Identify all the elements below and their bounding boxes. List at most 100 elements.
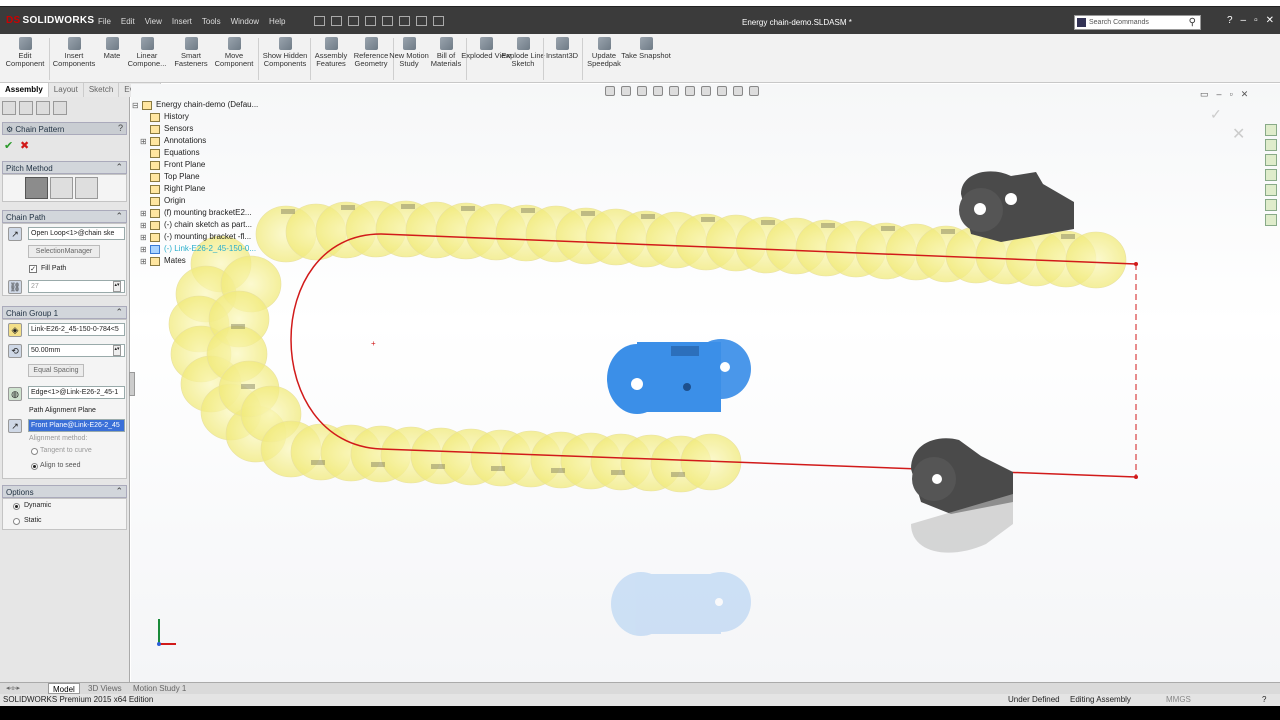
tree-item-link[interactable]: ⊞ (-) Link-E26-2_45-150-0...	[140, 243, 258, 255]
collapse-chevron-icon[interactable]: ⌃	[115, 211, 123, 222]
edit-appearance-icon[interactable]	[717, 86, 727, 96]
property-manager-tab-icon[interactable]	[19, 101, 33, 115]
tab-assembly[interactable]: Assembly	[0, 83, 49, 97]
tab-layout[interactable]: Layout	[48, 83, 84, 97]
file-explorer-icon[interactable]	[1265, 169, 1277, 181]
expand-icon[interactable]: ⊞	[140, 220, 147, 232]
close-icon[interactable]: ✕	[1266, 15, 1274, 26]
menu-window[interactable]: Window	[231, 17, 259, 26]
home-icon[interactable]	[1265, 124, 1277, 136]
expand-icon[interactable]: ⊞	[140, 244, 147, 256]
tree-item-sensors[interactable]: Sensors	[148, 123, 258, 135]
new-icon[interactable]	[314, 16, 325, 26]
units-status[interactable]: MMGS	[1166, 695, 1191, 704]
fill-path-checkbox[interactable]: ✓	[29, 265, 37, 273]
tree-item-mounting-bracket-fl[interactable]: ⊞ (-) mounting bracket -fl...	[140, 231, 258, 243]
instance-count-field[interactable]: 27	[28, 280, 125, 293]
menu-edit[interactable]: Edit	[121, 17, 135, 26]
mounting-bracket-upper[interactable]	[959, 171, 1074, 242]
expand-icon[interactable]: ⊞	[140, 256, 147, 268]
selected-chain-link[interactable]	[607, 339, 751, 414]
tree-item-origin[interactable]: Origin	[148, 195, 258, 207]
menu-help[interactable]: Help	[269, 17, 285, 26]
move-component-button[interactable]: Move Component	[209, 36, 259, 68]
chain-link-field[interactable]: Link-E26-2_45-150-0-784<5	[28, 323, 125, 336]
edit-component-button[interactable]: Edit Component	[0, 36, 50, 68]
expand-icon[interactable]: ⊟	[132, 100, 139, 112]
cancel-x-icon[interactable]: ✖	[20, 139, 29, 152]
feature-manager-tab-icon[interactable]	[2, 101, 16, 115]
tree-item-annotations[interactable]: ⊞ Annotations	[140, 135, 258, 147]
distance-field[interactable]: 50.00mm	[28, 344, 125, 357]
tree-item-history[interactable]: History	[148, 111, 258, 123]
mounting-bracket-lower[interactable]	[911, 438, 1013, 553]
show-hidden-components-button[interactable]: Show Hidden Components	[260, 36, 310, 68]
confirm-corner-check-icon[interactable]: ✓	[1210, 106, 1222, 123]
edge-field[interactable]: Edge<1>@Link-E26-2_45-1	[28, 386, 125, 399]
display-style-icon[interactable]	[685, 86, 695, 96]
search-input[interactable]: Search Commands ⚲	[1074, 15, 1201, 30]
confirm-corner-close-icon[interactable]: ✕	[1232, 124, 1245, 144]
search-icon[interactable]: ⚲	[1189, 17, 1196, 28]
menu-view[interactable]: View	[145, 17, 162, 26]
menu-insert[interactable]: Insert	[172, 17, 192, 26]
dimxpert-tab-icon[interactable]	[53, 101, 67, 115]
selection-manager-button[interactable]: SelectionManager	[28, 245, 100, 258]
tab-model[interactable]: Model	[48, 683, 80, 694]
design-library-icon[interactable]	[1265, 154, 1277, 166]
tab-motion-study[interactable]: Motion Study 1	[129, 683, 190, 694]
viewport-minimize-icon[interactable]: –	[1217, 89, 1222, 100]
tree-item-front-plane[interactable]: Front Plane	[148, 159, 258, 171]
align-seed-radio[interactable]	[31, 463, 38, 470]
open-icon[interactable]	[331, 16, 342, 26]
zoom-to-area-icon[interactable]	[621, 86, 631, 96]
viewport-restore-icon[interactable]: ▫	[1230, 89, 1233, 100]
tab-sketch[interactable]: Sketch	[83, 83, 120, 97]
static-radio[interactable]	[13, 518, 20, 525]
collapse-chevron-icon[interactable]: ⌃	[115, 307, 123, 318]
previous-view-icon[interactable]	[637, 86, 647, 96]
help-icon[interactable]: ?	[1227, 15, 1233, 26]
zoom-to-fit-icon[interactable]	[605, 86, 615, 96]
tab-3d-views[interactable]: 3D Views	[84, 683, 126, 694]
help-icon[interactable]: ?	[1262, 695, 1266, 704]
view-settings-icon[interactable]	[749, 86, 759, 96]
undo-icon[interactable]	[382, 16, 393, 26]
chain-path-header[interactable]: Chain Path ⌃	[2, 210, 127, 223]
tangent-radio[interactable]	[31, 448, 38, 455]
menu-tools[interactable]: Tools	[202, 17, 221, 26]
tree-item-right-plane[interactable]: Right Plane	[148, 183, 258, 195]
save-icon[interactable]	[348, 16, 359, 26]
viewport-tile-icon[interactable]: ▭	[1200, 89, 1209, 100]
tree-item-chain-sketch[interactable]: ⊞ (-) chain sketch as part...	[140, 219, 258, 231]
pitch-linkage-2-icon[interactable]	[75, 177, 98, 199]
tree-item-mounting-bracket[interactable]: ⊞ (f) mounting bracketE2...	[140, 207, 258, 219]
pitch-method-header[interactable]: Pitch Method ⌃	[2, 161, 127, 174]
pitch-distance-icon[interactable]	[25, 177, 48, 199]
appearances-icon[interactable]	[1265, 199, 1277, 211]
configuration-manager-tab-icon[interactable]	[36, 101, 50, 115]
linear-component-pattern-button[interactable]: Linear Compone...	[122, 36, 172, 68]
hide-show-items-icon[interactable]	[701, 86, 711, 96]
view-palette-icon[interactable]	[1265, 184, 1277, 196]
expand-icon[interactable]: ⊞	[140, 208, 147, 220]
panel-collapse-handle[interactable]	[129, 372, 135, 396]
take-snapshot-button[interactable]: Take Snapshot	[621, 36, 671, 60]
chain-path-field[interactable]: Open Loop<1>@chain ske	[28, 227, 125, 240]
equal-spacing-button[interactable]: Equal Spacing	[28, 364, 84, 377]
help-icon[interactable]: ?	[118, 123, 123, 133]
collapse-chevron-icon[interactable]: ⌃	[115, 162, 123, 173]
tree-item-top-plane[interactable]: Top Plane	[148, 171, 258, 183]
chain-group-header[interactable]: Chain Group 1 ⌃	[2, 306, 127, 319]
section-view-icon[interactable]	[653, 86, 663, 96]
pitch-linkage-icon[interactable]	[50, 177, 73, 199]
resources-icon[interactable]	[1265, 139, 1277, 151]
tab-scroll-icons[interactable]: ◂◃▹▸	[2, 683, 24, 694]
dynamic-radio[interactable]	[13, 503, 20, 510]
restore-icon[interactable]: ▫	[1254, 15, 1258, 26]
alignment-plane-field[interactable]: Front Plane@Link-E26-2_45	[28, 419, 125, 432]
tree-item-equations[interactable]: Equations	[148, 147, 258, 159]
collapse-chevron-icon[interactable]: ⌃	[115, 486, 123, 497]
count-spinner[interactable]: ▴▾	[113, 281, 121, 292]
select-icon[interactable]	[399, 16, 410, 26]
